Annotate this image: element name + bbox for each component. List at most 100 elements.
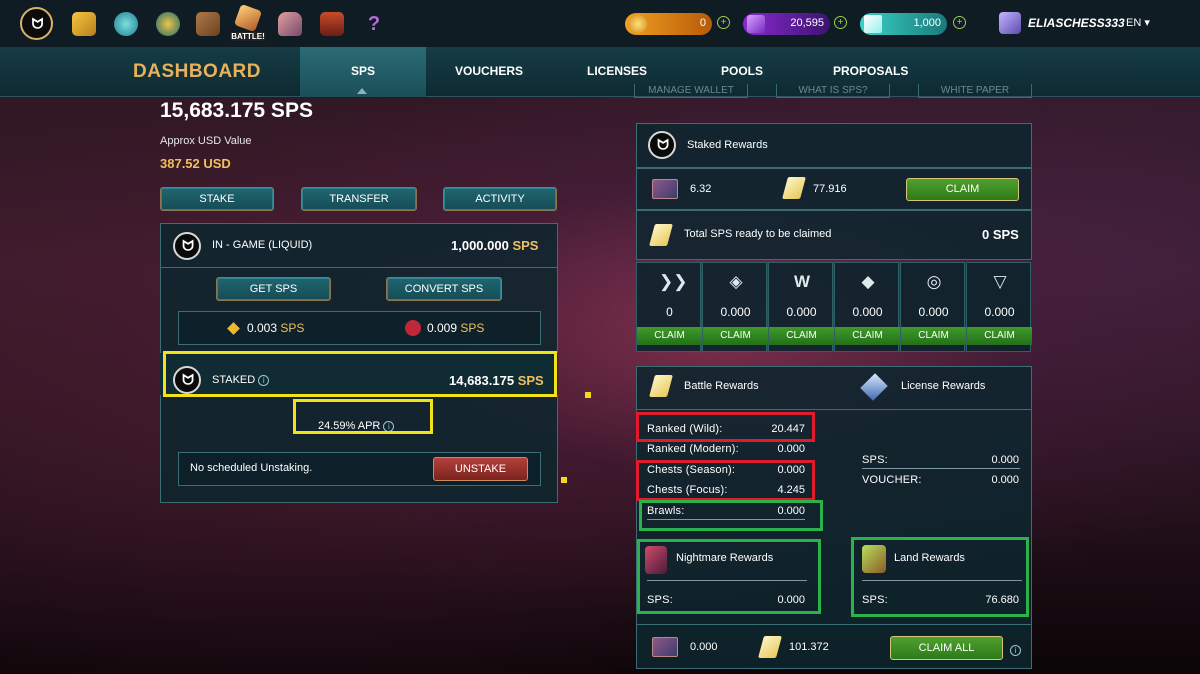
chain-value: 0.000 — [786, 305, 817, 319]
license-rewards-title: License Rewards — [901, 380, 986, 392]
chain-value: 0 — [666, 305, 673, 319]
divider — [636, 624, 1032, 625]
avatar[interactable] — [999, 12, 1021, 34]
voucher-value: 20,595 — [790, 17, 824, 29]
convert-sps-button[interactable]: CONVERT SPS — [386, 277, 502, 301]
get-sps-button[interactable]: GET SPS — [216, 277, 331, 301]
license-voucher-label: VOUCHER: — [862, 474, 922, 486]
backpack-icon[interactable] — [196, 12, 220, 36]
banner-icon[interactable] — [320, 12, 344, 36]
tron-icon: ▽ — [993, 272, 1007, 291]
claim-hive-button[interactable]: CLAIM — [637, 327, 702, 345]
ingame-label: IN - GAME (LIQUID) — [212, 239, 313, 251]
activity-button[interactable]: ACTIVITY — [443, 187, 557, 211]
dec-coin-icon — [629, 15, 647, 33]
staked-rewards-title: Staked Rewards — [687, 139, 768, 151]
voucher-icon — [747, 15, 765, 33]
chain-value: 0.000 — [720, 305, 751, 319]
add-voucher-button[interactable]: + — [834, 16, 847, 29]
other-sps-value: 0.009 SPS — [427, 321, 485, 335]
chain-cell-bsc: ◈ 0.000 CLAIM — [702, 262, 768, 352]
chests-highlight — [636, 460, 815, 501]
unstake-button[interactable]: UNSTAKE — [433, 457, 528, 481]
ranked-modern-label: Ranked (Modern): — [647, 443, 739, 455]
splinterlands-logo-icon[interactable]: ᗢ — [20, 7, 53, 40]
ranked-wild-highlight — [636, 412, 815, 442]
staked-highlight — [163, 351, 557, 397]
staked-rewards-logo-icon: ᗢ — [648, 131, 676, 159]
dec-value: 0 — [699, 17, 706, 29]
page-title: DASHBOARD — [133, 61, 261, 82]
claim-all-button[interactable]: CLAIM ALL — [890, 636, 1003, 660]
add-credits-button[interactable]: + — [953, 16, 966, 29]
chain-value: 0.000 — [984, 305, 1015, 319]
usd-value: 387.52 USD — [160, 156, 231, 171]
chain-cell-ethereum: ◆ 0.000 CLAIM — [834, 262, 900, 352]
voucher-balance: 20,595 — [743, 13, 830, 35]
credits-balance: 1,000 — [860, 13, 947, 35]
claim-steem-button[interactable]: CLAIM — [901, 327, 966, 345]
ranked-modern-value: 0.000 — [777, 443, 805, 455]
nightmare-highlight — [637, 539, 821, 614]
tab-proposals[interactable]: PROPOSALS — [833, 64, 908, 78]
tab-licenses[interactable]: LICENSES — [587, 64, 647, 78]
language-selector[interactable]: EN ▾ — [1126, 16, 1150, 29]
staked-card-value: 6.32 — [690, 183, 712, 195]
claim-all-info[interactable]: i — [1007, 642, 1021, 660]
chain-cell-wax: W 0.000 CLAIM — [768, 262, 834, 352]
tab-sps[interactable]: SPS — [351, 64, 375, 78]
wax-icon: W — [793, 272, 811, 291]
battle-label: BATTLE! — [230, 32, 266, 41]
what-is-sps-button[interactable]: WHAT IS SPS? — [776, 84, 890, 98]
chain-cell-steem: ◎ 0.000 CLAIM — [900, 262, 966, 352]
tab-vouchers[interactable]: VOUCHERS — [455, 64, 523, 78]
brawls-highlight — [639, 500, 823, 531]
info-icon: i — [1010, 645, 1021, 657]
nav-active-caret-icon — [357, 88, 367, 94]
claim-tron-button[interactable]: CLAIM — [967, 327, 1032, 345]
bsc-sps-value: 0.003 SPS — [247, 321, 305, 335]
add-dec-button[interactable]: + — [717, 16, 730, 29]
land-highlight — [851, 537, 1029, 617]
portal-icon[interactable] — [114, 12, 138, 36]
white-paper-button[interactable]: WHITE PAPER — [918, 84, 1032, 98]
steem-icon: ◎ — [926, 272, 942, 291]
license-voucher-value: 0.000 — [991, 474, 1019, 486]
hive-icon: ❯❯ — [659, 272, 688, 291]
battle-button[interactable]: BATTLE! — [230, 3, 266, 41]
footer-card-value: 0.000 — [690, 641, 718, 653]
transfer-button[interactable]: TRANSFER — [301, 187, 417, 211]
decorative-marker — [585, 392, 591, 398]
bsc-icon: ◈ — [729, 272, 743, 291]
claim-staked-button[interactable]: CLAIM — [906, 178, 1019, 201]
credits-value: 1,000 — [913, 17, 941, 29]
username[interactable]: ELIASCHESS333 — [1028, 16, 1125, 30]
claim-bsc-button[interactable]: CLAIM — [703, 327, 768, 345]
sps-logo-icon: ᗢ — [173, 232, 201, 260]
sword-icon — [233, 3, 263, 33]
card-pack-icon — [652, 179, 678, 199]
dec-balance: 0 — [625, 13, 712, 35]
claim-wax-button[interactable]: CLAIM — [769, 327, 834, 345]
lightning-icon[interactable] — [72, 12, 96, 36]
license-sps-label: SPS: — [862, 454, 888, 466]
guild-icon[interactable] — [156, 12, 180, 36]
credits-icon — [864, 15, 882, 33]
unstake-status: No scheduled Unstaking. — [190, 462, 313, 474]
chain-cell-hive: ❯❯ 0 CLAIM — [636, 262, 702, 352]
total-claimable-value: 0 SPS — [982, 227, 1019, 242]
divider — [862, 468, 1020, 469]
usd-label: Approx USD Value — [160, 135, 252, 147]
manage-wallet-button[interactable]: MANAGE WALLET — [634, 84, 748, 98]
staked-shard-value: 77.916 — [813, 183, 847, 195]
chain-cell-tron: ▽ 0.000 CLAIM — [966, 262, 1032, 352]
footer-shard-value: 101.372 — [789, 641, 829, 653]
cake-icon[interactable] — [278, 12, 302, 36]
claim-ethereum-button[interactable]: CLAIM — [835, 327, 900, 345]
stake-button[interactable]: STAKE — [160, 187, 274, 211]
tab-pools[interactable]: POOLS — [721, 64, 763, 78]
apr-highlight — [293, 399, 433, 434]
total-claimable-label: Total SPS ready to be claimed — [684, 228, 832, 240]
help-icon[interactable]: ? — [362, 12, 386, 36]
total-sps-balance: 15,683.175 SPS — [160, 99, 313, 122]
